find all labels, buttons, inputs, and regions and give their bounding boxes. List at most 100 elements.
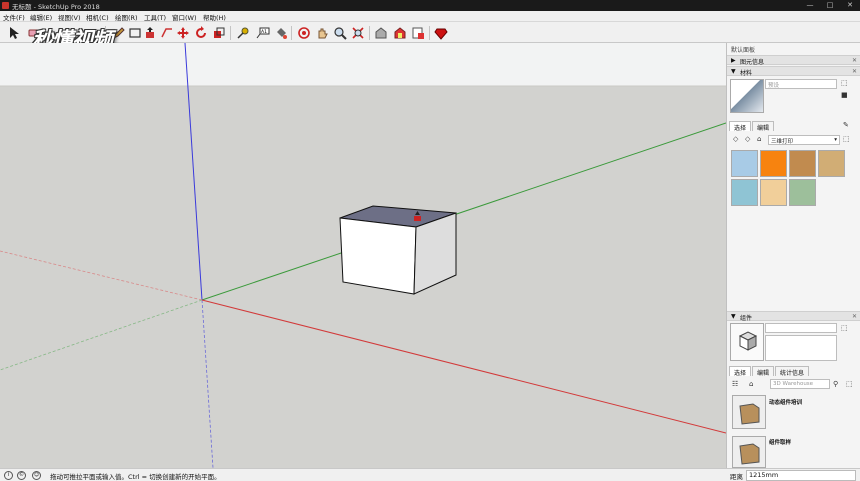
svg-text:A1: A1 [261, 29, 267, 35]
paint-bucket-icon[interactable] [274, 26, 288, 40]
expand-arrow-icon: ▶ [731, 57, 736, 64]
select-icon[interactable] [7, 26, 21, 40]
material-swatch[interactable] [789, 150, 816, 177]
chevron-down-icon: ▾ [834, 137, 837, 143]
component-cube-icon [738, 331, 758, 351]
blue-axis [184, 43, 203, 301]
component-thumbnail[interactable] [732, 395, 766, 429]
menu-file[interactable]: 文件(F) [3, 12, 25, 22]
warehouse-search-input[interactable]: 3D Warehouse [770, 379, 830, 389]
material-swatch[interactable] [818, 150, 845, 177]
status-bar: i © ☺ 拖动可推拉平面或输入值。Ctrl = 切换创建新的开始平面。 距离 … [0, 468, 860, 481]
red-axis [201, 299, 726, 434]
sketchup-app-icon [2, 2, 9, 9]
window-controls: — □ ✕ [800, 0, 860, 11]
credits-icon[interactable]: © [17, 471, 26, 480]
forward-icon[interactable]: ◇ [745, 135, 750, 143]
folder-icon [739, 403, 760, 425]
component-item-title[interactable]: 组件取样 [769, 438, 791, 446]
ruby-icon[interactable] [434, 26, 448, 40]
details-icon[interactable]: ⬚ [843, 135, 850, 143]
pan-icon[interactable] [315, 26, 329, 40]
tape-measure-icon[interactable] [236, 26, 250, 40]
menu-edit[interactable]: 编辑(E) [30, 12, 52, 22]
layout-icon[interactable] [411, 26, 425, 40]
details-icon[interactable]: ⬚ [846, 380, 853, 388]
materials-header[interactable]: ▼ 材料 ✕ [727, 66, 860, 77]
components-header[interactable]: ▼ 组件 ✕ [727, 311, 860, 322]
material-swatch[interactable] [731, 150, 758, 177]
zoom-extents-icon[interactable] [351, 26, 365, 40]
search-icon[interactable]: ⚲ [833, 380, 838, 388]
eyedropper-icon[interactable]: ✎ [843, 121, 849, 129]
geo-location-icon[interactable]: i [4, 471, 13, 480]
zoom-icon[interactable] [333, 26, 347, 40]
sample-paint-icon[interactable]: ■ [841, 91, 848, 99]
material-name-field[interactable]: 预设 [765, 79, 837, 89]
menu-draw[interactable]: 绘图(R) [115, 12, 138, 22]
user-icon[interactable]: ☺ [32, 471, 41, 480]
menu-tools[interactable]: 工具(T) [144, 12, 166, 22]
menu-view[interactable]: 视图(V) [58, 12, 81, 22]
home-icon[interactable]: ⌂ [749, 380, 753, 388]
material-library-select[interactable]: 三维打印 ▾ [768, 135, 840, 145]
home-icon[interactable]: ⌂ [757, 135, 761, 143]
component-item-title[interactable]: 动态组件培训 [769, 398, 802, 406]
box-side-face[interactable] [413, 212, 457, 295]
warehouse-icon[interactable] [374, 26, 388, 40]
collapse-arrow-icon: ▼ [731, 313, 736, 320]
entity-info-header[interactable]: ▶ 图元信息 ✕ [727, 55, 860, 66]
maximize-icon[interactable]: □ [820, 0, 840, 11]
extension-warehouse-icon[interactable] [393, 26, 407, 40]
tab-statistics[interactable]: 统计信息 [775, 366, 810, 377]
blue-axis-negative [201, 299, 214, 468]
rotate-icon[interactable] [194, 26, 208, 40]
menu-camera[interactable]: 相机(C) [86, 12, 109, 22]
tab-select[interactable]: 选择 [729, 121, 752, 132]
close-icon[interactable]: ✕ [840, 0, 860, 11]
tab-edit[interactable]: 编辑 [752, 366, 775, 377]
orbit-icon[interactable] [297, 26, 311, 40]
menu-window[interactable]: 窗口(W) [172, 12, 197, 22]
material-swatch[interactable] [760, 179, 787, 206]
text-icon[interactable]: A1 [256, 26, 270, 40]
green-axis [201, 122, 726, 301]
component-preview [730, 323, 764, 361]
collapse-arrow-icon: ▼ [731, 68, 736, 75]
component-name-field[interactable] [765, 323, 837, 333]
component-thumbnail[interactable] [732, 436, 766, 468]
drawing-viewport[interactable] [0, 43, 726, 468]
component-details-icon[interactable]: ⬚ [841, 324, 848, 332]
box-model[interactable] [339, 205, 457, 295]
material-swatch[interactable] [760, 150, 787, 177]
scale-icon[interactable] [212, 26, 226, 40]
minimize-icon[interactable]: — [800, 0, 820, 11]
back-icon[interactable]: ◇ [733, 135, 738, 143]
offset-icon[interactable] [160, 26, 174, 40]
components-tabs: 选择 编辑 统计信息 [729, 366, 810, 377]
create-material-icon[interactable]: ⬚ [841, 79, 848, 87]
material-swatch[interactable] [731, 179, 758, 206]
viewport-scene [0, 43, 726, 468]
close-panel-icon[interactable]: ✕ [852, 57, 857, 64]
toolbar-separator [230, 26, 231, 40]
tab-select[interactable]: 选择 [729, 366, 752, 377]
view-options-icon[interactable]: ☷ [732, 380, 738, 388]
folder-icon [739, 443, 760, 465]
material-swatch[interactable] [789, 179, 816, 206]
title-bar: 无标题 - SketchUp Pro 2018 — □ ✕ [0, 0, 860, 11]
default-tray: 默认面板 ▶ 图元信息 ✕ ▼ 材料 ✕ 预设 ⬚ ■ 选择 编辑 ✎ ◇ ◇ … [726, 43, 860, 468]
menu-bar: 文件(F) 编辑(E) 视图(V) 相机(C) 绘图(R) 工具(T) 窗口(W… [0, 11, 860, 22]
materials-tabs: 选择 编辑 [729, 121, 775, 132]
close-panel-icon[interactable]: ✕ [852, 68, 857, 75]
tab-edit[interactable]: 编辑 [752, 121, 775, 132]
toolbar-separator [291, 26, 292, 40]
status-hint: 拖动可推拉平面或输入值。Ctrl = 切换创建新的开始平面。 [50, 473, 221, 481]
close-panel-icon[interactable]: ✕ [852, 313, 857, 320]
component-description-field[interactable] [765, 335, 837, 361]
menu-help[interactable]: 帮助(H) [203, 12, 226, 22]
move-icon[interactable] [176, 26, 190, 40]
red-axis-negative [0, 250, 203, 301]
measurements-box[interactable]: 1215mm [746, 470, 856, 481]
box-front-face[interactable] [339, 217, 417, 295]
